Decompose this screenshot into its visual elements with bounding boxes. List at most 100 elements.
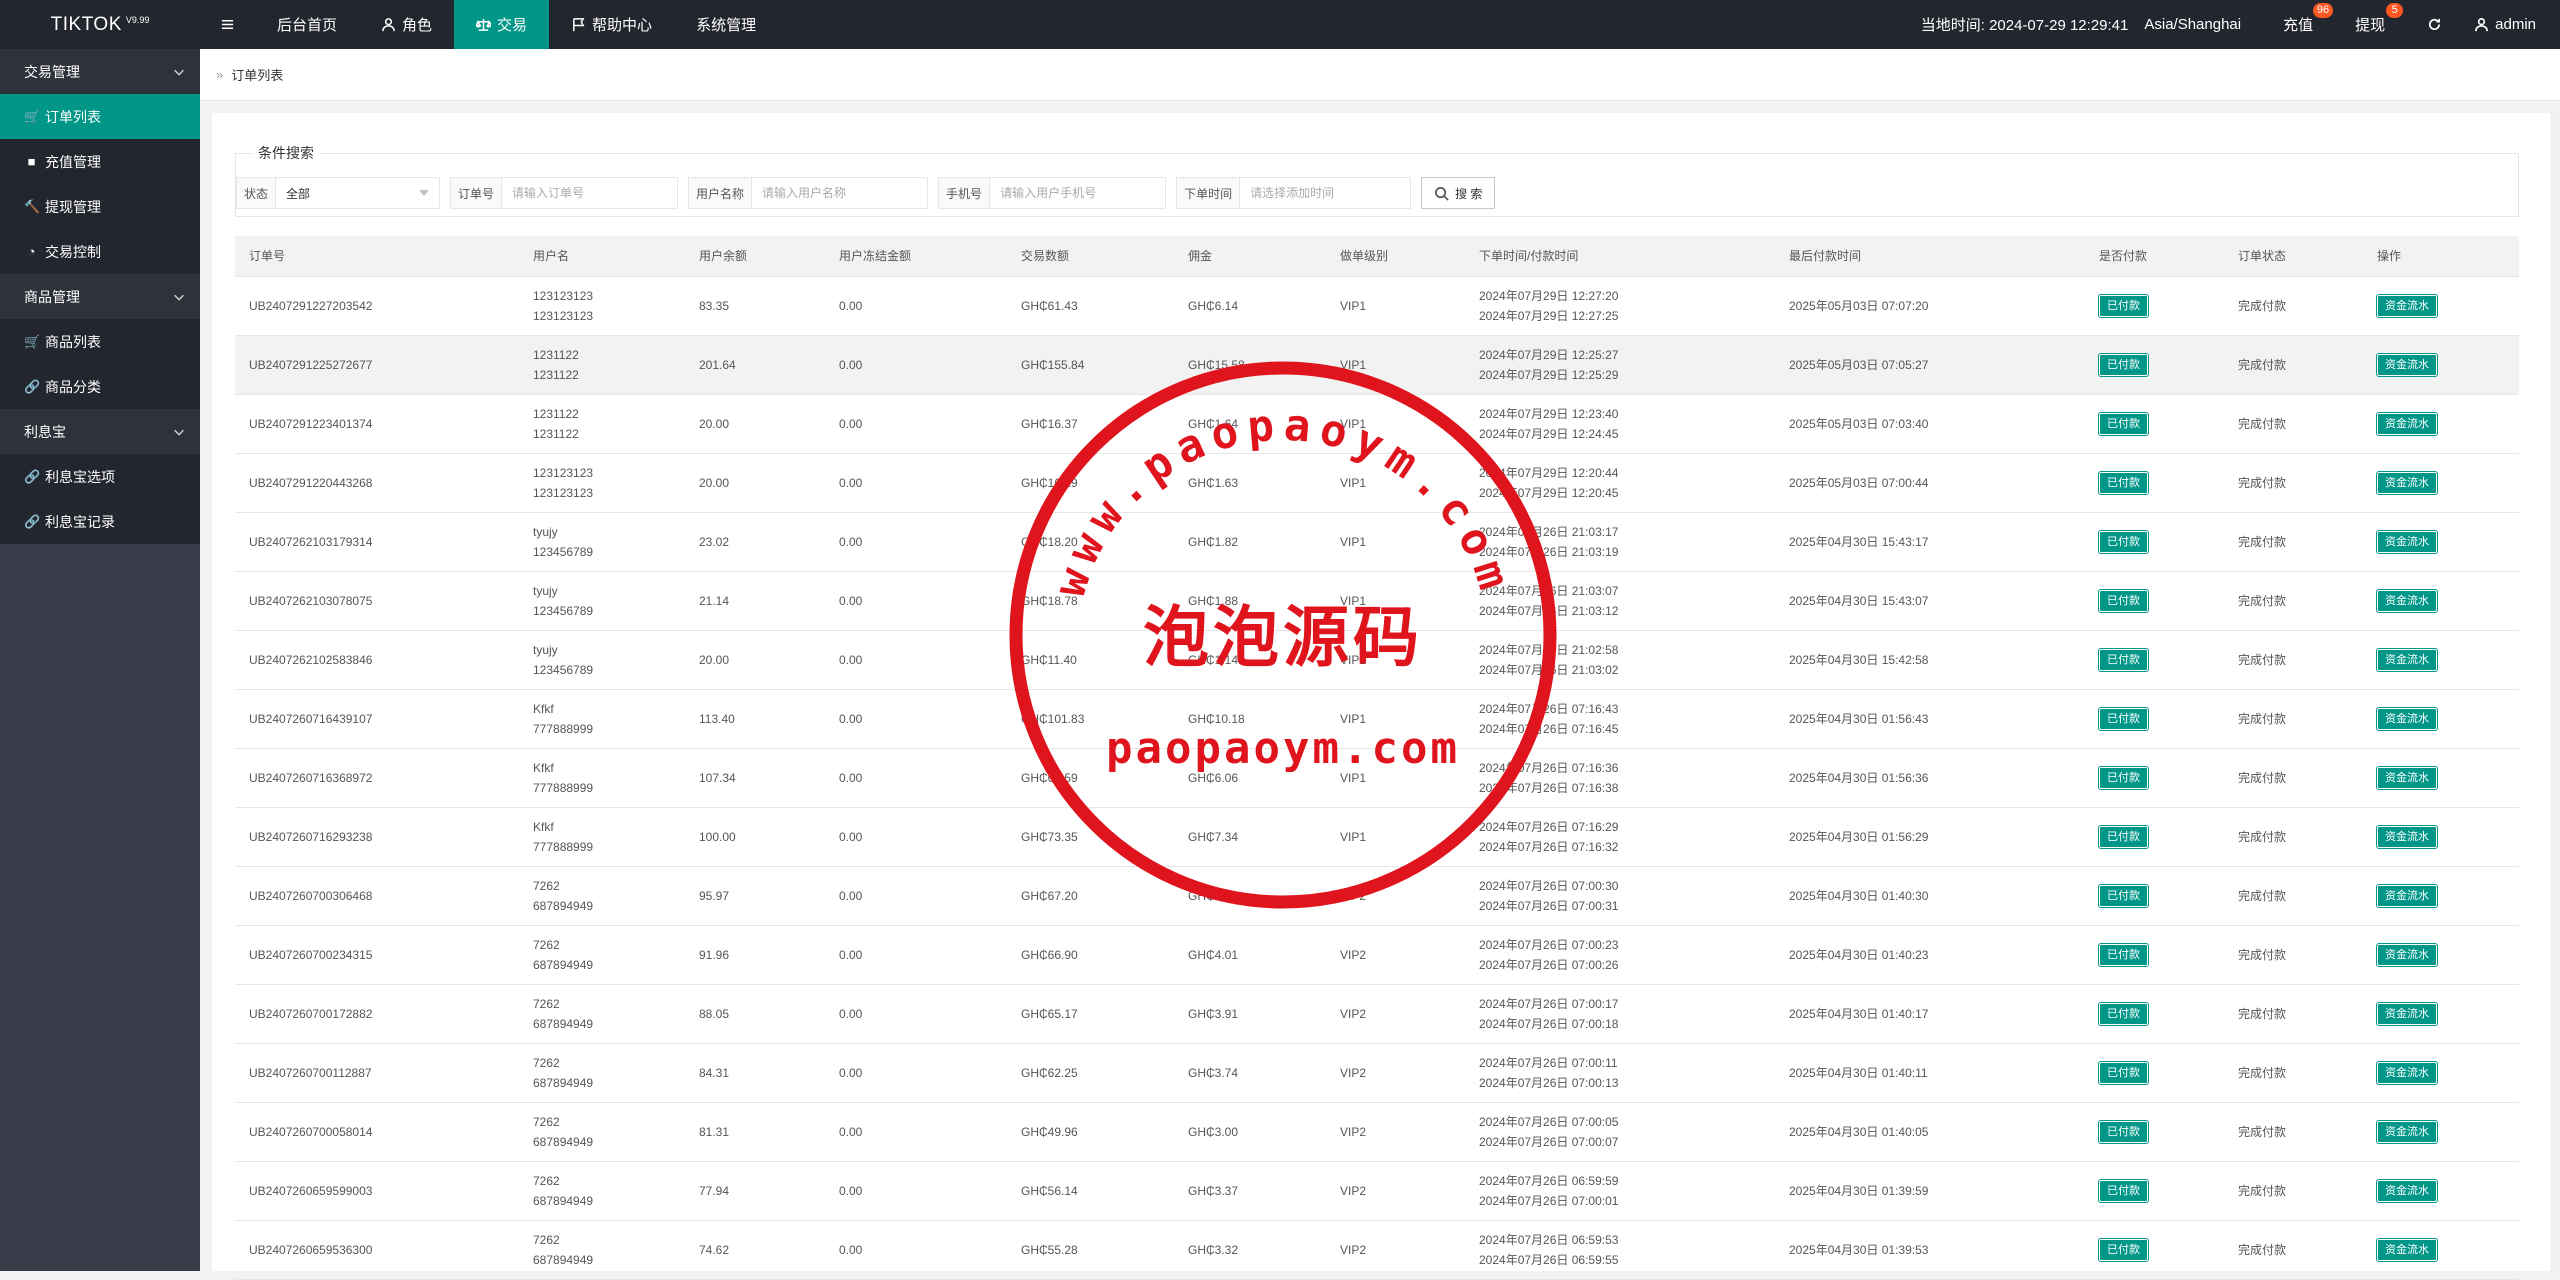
paid-badge: 已付款 <box>2098 588 2149 613</box>
sidebar-item-recharge[interactable]: ■ 充值管理 <box>0 139 200 184</box>
fund-flow-button[interactable]: 资金流水 <box>2376 588 2438 613</box>
phone-input[interactable] <box>990 178 1166 208</box>
withdraw-link[interactable]: 提现 5 <box>2339 0 2411 49</box>
refresh-button[interactable] <box>2411 0 2458 49</box>
paid-badge: 已付款 <box>2098 1001 2149 1026</box>
order-id-cell: UB2407260700306468 <box>235 866 519 926</box>
fund-flow-button[interactable]: 资金流水 <box>2376 470 2438 495</box>
frozen-cell: 0.00 <box>825 1043 1007 1103</box>
commission-cell: GH₵3.91 <box>1174 984 1326 1044</box>
table-row: UB2407291220443268 123123123 123123123 20.0… <box>235 453 2519 513</box>
order-id-cell: UB2407291223401374 <box>235 394 519 454</box>
fund-flow-button[interactable]: 资金流水 <box>2376 293 2438 318</box>
fund-flow-button[interactable]: 资金流水 <box>2376 706 2438 731</box>
amount-cell: GH₵55.28 <box>1007 1220 1174 1280</box>
fund-flow-button[interactable]: 资金流水 <box>2376 1119 2438 1144</box>
order-input[interactable] <box>502 178 678 208</box>
amount-cell: GH₵16.37 <box>1007 394 1174 454</box>
table-row: UB2407260700234315 7262 687894949 91.96 0.00… <box>235 925 2519 985</box>
table-row: UB2407262103078075 tyujy 123456789 21.14 0.0… <box>235 571 2519 631</box>
nav-roles[interactable]: 角色 <box>359 0 454 49</box>
nav-system[interactable]: 系统管理 <box>674 0 778 49</box>
frozen-cell: 0.00 <box>825 1102 1007 1162</box>
order-status-cell: 完成付款 <box>2224 984 2363 1044</box>
last-pay-time-cell: 2025年05月03日 07:07:20 <box>1775 276 2085 336</box>
scrollbar[interactable] <box>2554 113 2560 1271</box>
frozen-cell: 0.00 <box>825 571 1007 631</box>
nav-trade[interactable]: 交易 <box>454 0 550 49</box>
sidebar-item-goods-category[interactable]: 🔗 商品分类 <box>0 364 200 409</box>
paid-badge: 已付款 <box>2098 352 2149 377</box>
username-input[interactable] <box>752 178 928 208</box>
frozen-cell: 0.00 <box>825 689 1007 749</box>
breadcrumb: » 订单列表 <box>200 49 2560 101</box>
search-button[interactable]: 搜 索 <box>1421 177 1496 209</box>
nav-dashboard-label: 后台首页 <box>277 17 338 34</box>
action-cell: 资金流水 <box>2363 335 2519 395</box>
nav-dashboard[interactable]: 后台首页 <box>255 0 359 49</box>
action-cell: 资金流水 <box>2363 984 2519 1044</box>
table-row: UB2407262102583846 tyujy 123456789 20.00 0.0… <box>235 630 2519 690</box>
sidebar-group-trade[interactable]: 交易管理 <box>0 49 200 94</box>
fund-flow-button[interactable]: 资金流水 <box>2376 883 2438 908</box>
recharge-link[interactable]: 充值 96 <box>2267 0 2339 49</box>
frozen-cell: 0.00 <box>825 453 1007 513</box>
fund-flow-button[interactable]: 资金流水 <box>2376 1237 2438 1262</box>
sidebar-group-label: 交易管理 <box>24 63 80 80</box>
username-filter-label: 用户名称 <box>689 178 753 208</box>
column-header: 最后付款时间 <box>1775 236 2085 277</box>
pay-time-text: 2024年07月26日 07:16:32 <box>1479 839 1619 854</box>
sidebar-item-interest-records[interactable]: 🔗 利息宝记录 <box>0 499 200 544</box>
fund-flow-button[interactable]: 资金流水 <box>2376 942 2438 967</box>
user-icon <box>2475 18 2489 32</box>
paid-badge: 已付款 <box>2098 293 2149 318</box>
time-input[interactable] <box>1240 178 1411 208</box>
fund-flow-button[interactable]: 资金流水 <box>2376 411 2438 436</box>
order-id-cell: UB2407262102583846 <box>235 630 519 690</box>
order-status-cell: 完成付款 <box>2224 866 2363 926</box>
orders-table: 订单号 用户名 用户余额 用户冻结金额 交易数额 佣金 做单级别 下单时间/付款… <box>235 236 2519 1280</box>
order-time-text: 2024年07月26日 07:16:29 <box>1479 819 1619 834</box>
fund-flow-button[interactable]: 资金流水 <box>2376 1178 2438 1203</box>
user-menu[interactable]: admin <box>2458 0 2560 49</box>
fund-flow-button[interactable]: 资金流水 <box>2376 647 2438 672</box>
sidebar-item-withdraw[interactable]: 🔨 提现管理 <box>0 184 200 229</box>
sidebar-item-interest-options[interactable]: 🔗 利息宝选项 <box>0 454 200 499</box>
pay-time-text: 2024年07月29日 12:20:45 <box>1479 485 1619 500</box>
username-text: 7262 <box>533 1173 560 1188</box>
order-status-cell: 完成付款 <box>2224 1220 2363 1280</box>
paid-badge: 已付款 <box>2098 942 2149 967</box>
sidebar-item-trade-control[interactable]: ◔ 交易控制 <box>0 229 200 274</box>
status-select[interactable]: 全部 <box>276 178 439 208</box>
search-panel: 条件搜索 状态 全部 订单号 用户名称 手 <box>235 143 2519 217</box>
fund-flow-button[interactable]: 资金流水 <box>2376 765 2438 790</box>
order-time-text: 2024年07月26日 07:00:23 <box>1479 937 1619 952</box>
sidebar-item-goods-list[interactable]: 🛒 商品列表 <box>0 319 200 364</box>
fund-flow-button[interactable]: 资金流水 <box>2376 1060 2438 1085</box>
amount-cell: GH₵62.25 <box>1007 1043 1174 1103</box>
table-row: UB2407262103179314 tyujy 123456789 23.02 0.0… <box>235 512 2519 572</box>
fund-flow-button[interactable]: 资金流水 <box>2376 529 2438 554</box>
fund-flow-button[interactable]: 资金流水 <box>2376 824 2438 849</box>
level-cell: VIP2 <box>1326 1102 1465 1162</box>
fund-flow-button[interactable]: 资金流水 <box>2376 1001 2438 1026</box>
menu-toggle-button[interactable] <box>200 0 255 49</box>
top-bar: TIKTOK V9.99 后台首页 角色 交易 帮助中心 系统管理 当地时间: … <box>0 0 2560 49</box>
sidebar-item-order-list[interactable]: 🛒 订单列表 <box>0 94 200 139</box>
nav-help[interactable]: 帮助中心 <box>549 0 674 49</box>
status-select-value: 全部 <box>286 186 311 201</box>
column-header: 用户名 <box>519 236 685 277</box>
phone-text: 687894949 <box>533 1134 594 1149</box>
paid-badge: 已付款 <box>2098 1237 2149 1262</box>
chevron-up-icon <box>174 429 184 436</box>
sidebar-group-interest[interactable]: 利息宝 <box>0 409 200 454</box>
withdraw-label: 提现 <box>2355 17 2386 34</box>
order-id-cell: UB2407260700234315 <box>235 925 519 985</box>
withdraw-badge: 5 <box>2386 3 2404 18</box>
fund-flow-button[interactable]: 资金流水 <box>2376 352 2438 377</box>
sidebar-group-goods[interactable]: 商品管理 <box>0 274 200 319</box>
username-cell: tyujy 123456789 <box>519 571 685 631</box>
paid-cell: 已付款 <box>2085 630 2224 690</box>
paid-cell: 已付款 <box>2085 1102 2224 1162</box>
dashboard-icon: ◔ <box>27 244 36 259</box>
